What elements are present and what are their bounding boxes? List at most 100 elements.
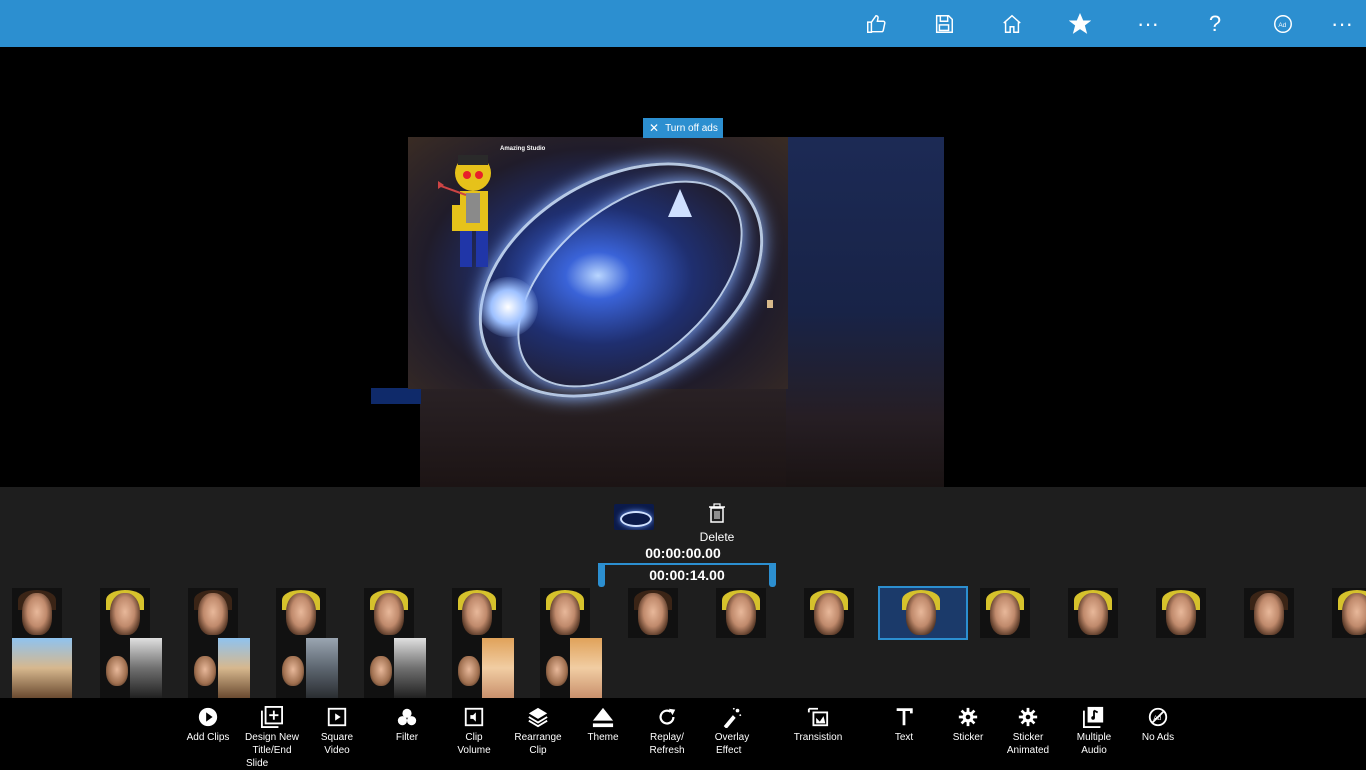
turn-off-ads-label: Turn off ads	[665, 122, 718, 134]
star-icon[interactable]	[1065, 9, 1095, 39]
layers-icon	[527, 706, 549, 728]
clip-thumbnail[interactable]	[276, 588, 326, 638]
animated-sticker-icon	[1017, 706, 1039, 728]
clip-thumbnail[interactable]	[1068, 588, 1118, 638]
background-clip-overlay	[786, 137, 944, 487]
volume-icon	[463, 706, 485, 728]
multiple-audio-button[interactable]: Multiple Audio	[1062, 706, 1126, 766]
sticker-animated-button[interactable]: Sticker Animated	[996, 706, 1060, 766]
clip-thumbnail[interactable]	[12, 588, 62, 638]
svg-text:Ad: Ad	[1153, 715, 1161, 722]
account-icon[interactable]: Ad	[1268, 9, 1298, 39]
video-preview: Amazing Studio ✕ Turn off ads	[0, 47, 1366, 487]
clip-thumbnail[interactable]	[452, 588, 502, 638]
thumbs-up-icon[interactable]	[861, 9, 891, 39]
clip-thumbnail[interactable]	[364, 588, 414, 638]
clip-thumbnail[interactable]	[100, 588, 150, 638]
tool-label: Slide	[246, 758, 269, 769]
clip-thumbnail[interactable]	[276, 638, 338, 698]
overlay-photo[interactable]: Amazing Studio	[408, 114, 806, 446]
magic-wand-icon	[721, 706, 743, 729]
timeline-panel: Delete 00:00:00.00 00:00:14.00	[0, 487, 1366, 698]
app-menu-icon[interactable]: ···	[1327, 9, 1357, 39]
clip-thumbnail[interactable]	[188, 638, 250, 698]
help-label: ?	[1208, 11, 1222, 36]
clip-thumbnail[interactable]	[980, 588, 1030, 638]
mini-sticker	[767, 300, 773, 308]
tool-label: Replay/	[650, 732, 684, 743]
clip-thumbnail[interactable]	[188, 588, 238, 638]
clip-thumbnail[interactable]	[540, 588, 590, 638]
tool-label: Clip	[529, 745, 547, 756]
clip-edge-marker	[371, 388, 421, 404]
clip-thumbnail[interactable]	[628, 588, 678, 638]
rearrange-clip-button[interactable]: Rearrange Clip	[506, 706, 570, 766]
end-time: 00:00:14.00	[649, 567, 725, 583]
no-ads-icon: Ad	[1147, 706, 1169, 728]
tool-label: Effect	[716, 745, 742, 756]
more-label: ···	[1137, 11, 1159, 36]
sticker-button[interactable]: Sticker	[936, 706, 1000, 766]
clip-thumbnail-selected[interactable]	[878, 586, 968, 640]
clip-thumbnail[interactable]	[540, 638, 602, 698]
replay-refresh-button[interactable]: Replay/ Refresh	[635, 706, 699, 766]
help-icon[interactable]: ?	[1200, 9, 1230, 39]
no-ads-button[interactable]: Ad No Ads	[1126, 706, 1190, 766]
tool-label: Audio	[1081, 745, 1107, 756]
tool-label: Multiple	[1076, 732, 1112, 743]
tool-label: Design New	[245, 732, 299, 743]
tool-label: Overlay	[714, 732, 750, 743]
tool-label: Clip	[465, 732, 483, 743]
delete-button[interactable]: Delete	[695, 503, 739, 547]
tool-label: Text	[894, 732, 914, 743]
transition-button[interactable]: Transistion	[786, 706, 850, 766]
light-triangle	[668, 189, 692, 217]
clip-thumbnail[interactable]	[1332, 588, 1366, 638]
bottom-toolbar: Add Clips Design New Title/End Slide Squ…	[0, 698, 1366, 769]
clip-thumbnail[interactable]	[804, 588, 854, 638]
svg-text:Ad: Ad	[1278, 22, 1286, 29]
clip-thumbnail[interactable]	[1156, 588, 1206, 638]
overlay-effect-button[interactable]: Overlay Effect	[700, 706, 764, 766]
save-icon[interactable]	[929, 9, 959, 39]
tool-label: Title/End	[252, 745, 292, 756]
clip-thumbnail[interactable]	[364, 638, 426, 698]
trim-end-handle[interactable]	[769, 565, 776, 587]
design-title-slide-button[interactable]: Design New Title/End Slide	[240, 706, 304, 769]
app-menu-label: ···	[1331, 11, 1353, 36]
sticker-icon	[957, 706, 979, 728]
close-icon: ✕	[649, 121, 660, 135]
eject-icon	[592, 706, 614, 728]
tool-label: No Ads	[1141, 732, 1175, 743]
effect-thumbnail[interactable]	[614, 504, 654, 530]
trash-icon	[709, 503, 725, 523]
turn-off-ads-button[interactable]: ✕ Turn off ads	[643, 118, 723, 138]
top-app-bar: ··· ? Ad ···	[0, 0, 1366, 47]
tool-label: Transistion	[793, 732, 843, 743]
tool-label: Video	[324, 745, 350, 756]
filter-button[interactable]: Filter	[375, 706, 439, 766]
transition-icon	[807, 706, 829, 728]
cartoon-sticker[interactable]	[438, 145, 508, 275]
clip-volume-button[interactable]: Clip Volume	[442, 706, 506, 766]
home-icon[interactable]	[997, 9, 1027, 39]
clip-thumbnail[interactable]	[716, 588, 766, 638]
tool-label: Filter	[395, 732, 419, 743]
text-button[interactable]: Text	[872, 706, 936, 766]
delete-label: Delete	[699, 530, 735, 544]
tool-label: Square	[320, 732, 354, 743]
more-options-icon[interactable]: ···	[1133, 9, 1163, 39]
start-time: 00:00:00.00	[645, 545, 721, 561]
square-video-button[interactable]: Square Video	[305, 706, 369, 766]
trim-range[interactable]: 00:00:14.00	[598, 563, 776, 587]
clip-thumbnail[interactable]	[452, 638, 514, 698]
theme-button[interactable]: Theme	[571, 706, 635, 766]
add-clips-icon	[197, 706, 219, 728]
tool-label: Add Clips	[186, 732, 230, 743]
filter-icon	[396, 706, 418, 728]
add-clips-button[interactable]: Add Clips	[176, 706, 240, 766]
tool-label: Rearrange	[514, 732, 562, 743]
clip-thumbnail[interactable]	[1244, 588, 1294, 638]
clip-thumbnail[interactable]	[100, 638, 162, 698]
clip-thumbnail[interactable]	[12, 638, 72, 698]
